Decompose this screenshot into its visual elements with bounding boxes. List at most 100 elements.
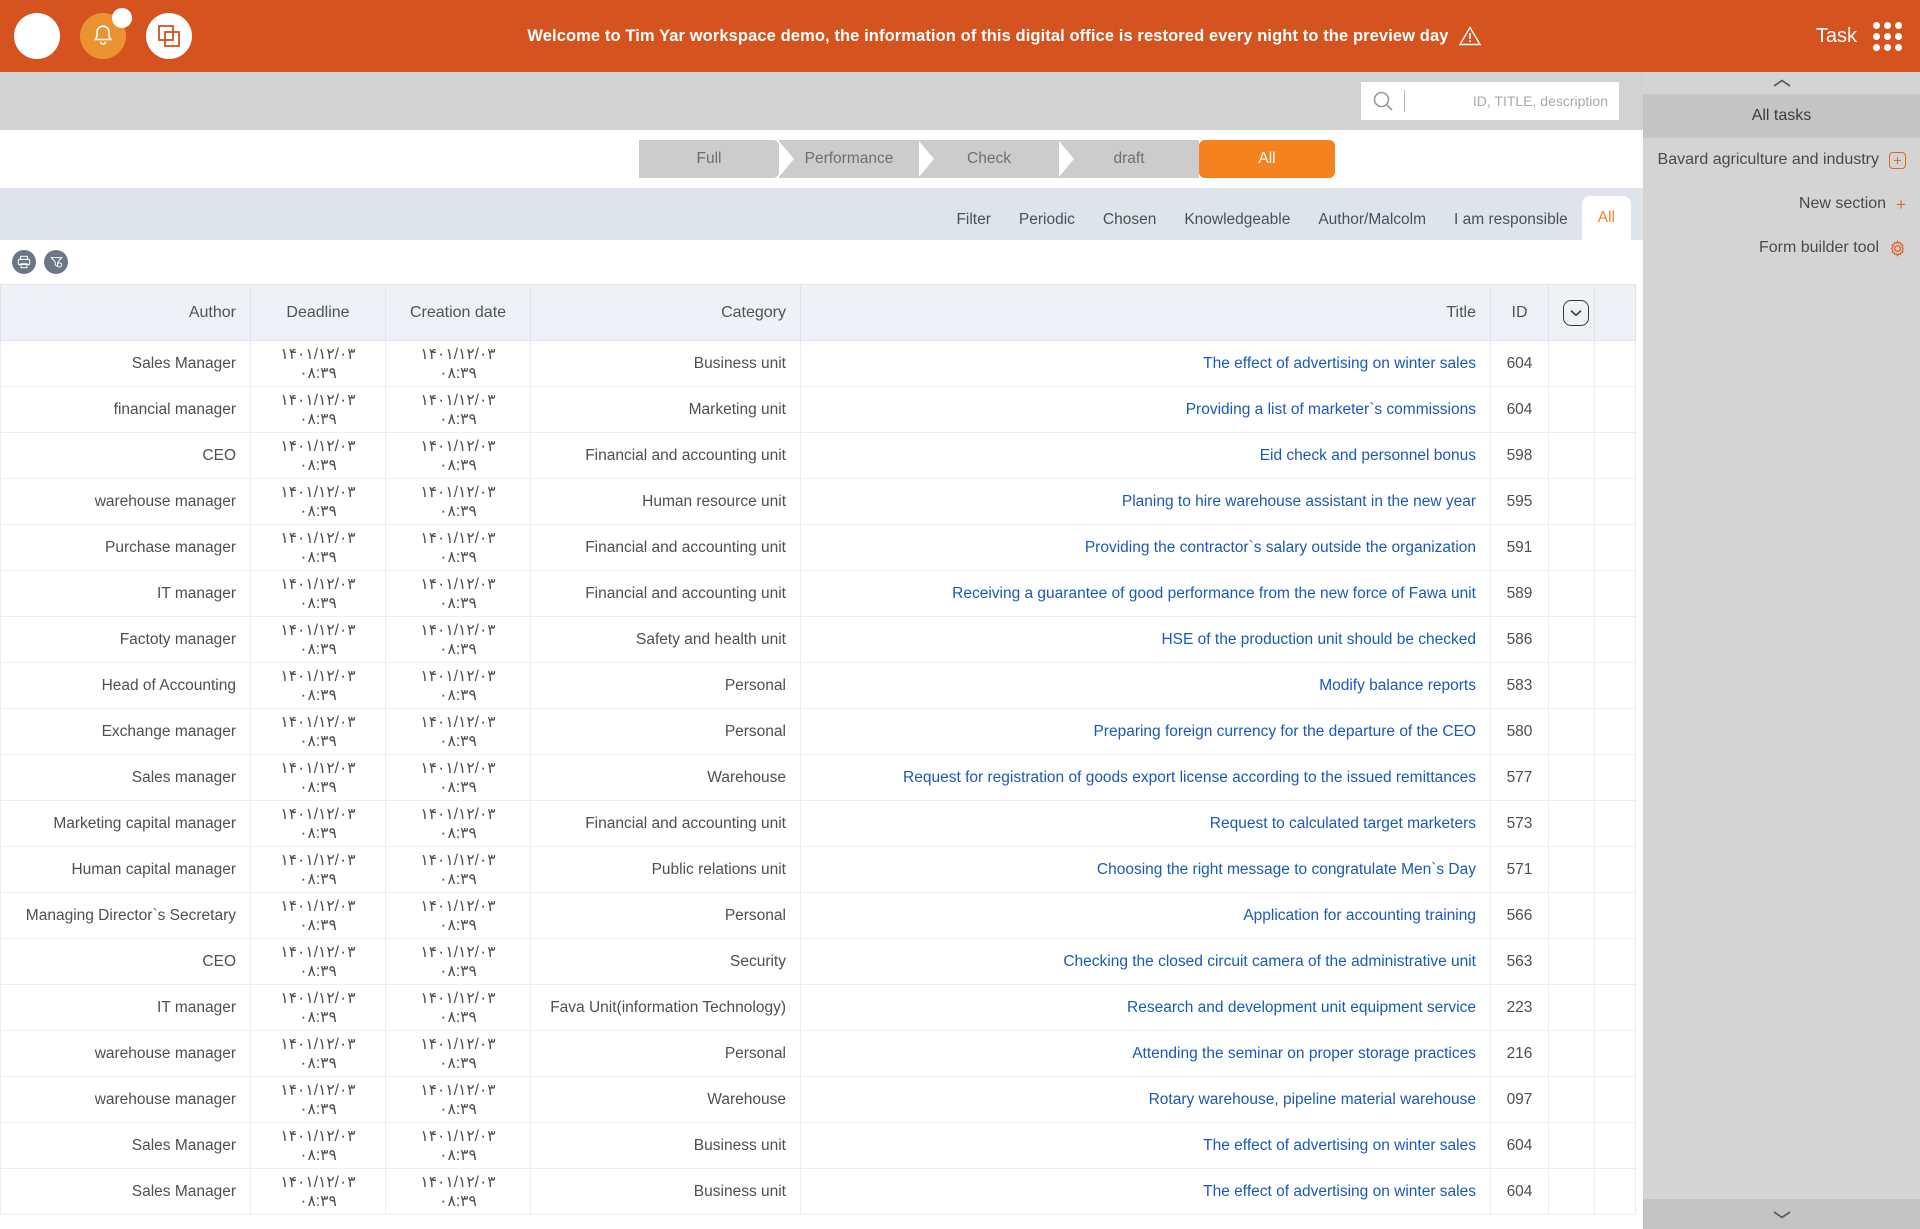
col-deadline[interactable]: Deadline xyxy=(250,284,386,341)
task-title-link[interactable]: The effect of advertising on winter sale… xyxy=(1203,1137,1476,1154)
cell-options[interactable] xyxy=(1548,478,1595,525)
task-title-link[interactable]: Preparing foreign currency for the depar… xyxy=(1093,723,1476,740)
cell-options[interactable] xyxy=(1548,800,1595,847)
cell-id[interactable]: 591 xyxy=(1490,524,1549,571)
task-title-link[interactable]: Eid check and personnel bonus xyxy=(1260,447,1476,464)
task-title-link[interactable]: Rotary warehouse, pipeline material ware… xyxy=(1149,1091,1476,1108)
col-options[interactable] xyxy=(1548,284,1595,341)
cell-options[interactable] xyxy=(1548,524,1595,571)
avatar[interactable] xyxy=(14,13,60,59)
cell-id[interactable]: 216 xyxy=(1490,1030,1549,1077)
cell-id[interactable]: 223 xyxy=(1490,984,1549,1031)
search-input[interactable] xyxy=(1405,83,1618,119)
search-box[interactable] xyxy=(1361,82,1619,120)
cell-id[interactable]: 583 xyxy=(1490,662,1549,709)
cell-id[interactable]: 604 xyxy=(1490,386,1549,433)
table-row[interactable]: Head of Accounting ۱۴۰۱/۱۲/۰۳ ۰۸:۳۹ ۱۴۰۱/۱… xyxy=(0,662,1636,709)
task-title-link[interactable]: Receiving a guarantee of good performanc… xyxy=(952,585,1476,602)
sidebar-collapse-down-button[interactable] xyxy=(1643,1199,1920,1229)
cell-options[interactable] xyxy=(1548,1076,1595,1123)
chevron-down-icon[interactable] xyxy=(1563,299,1589,326)
sidebar-header[interactable]: All tasks xyxy=(1643,94,1920,138)
task-title-link[interactable]: HSE of the production unit should be che… xyxy=(1161,631,1476,648)
task-title-link[interactable]: Attending the seminar on proper storage … xyxy=(1132,1045,1476,1062)
cell-id[interactable]: 566 xyxy=(1490,892,1549,939)
cell-id[interactable]: 595 xyxy=(1490,478,1549,525)
table-row[interactable]: Marketing capital manager ۱۴۰۱/۱۲/۰۳ ۰۸:۳… xyxy=(0,800,1636,847)
task-title-link[interactable]: The effect of advertising on winter sale… xyxy=(1203,355,1476,372)
cell-id[interactable]: 563 xyxy=(1490,938,1549,985)
cell-id[interactable]: 573 xyxy=(1490,800,1549,847)
table-row[interactable]: warehouse manager ۱۴۰۱/۱۲/۰۳ ۰۸:۳۹ ۱۴۰۱/۱۲… xyxy=(0,1076,1636,1123)
cell-options[interactable] xyxy=(1548,984,1595,1031)
cell-options[interactable] xyxy=(1548,708,1595,755)
task-title-link[interactable]: Choosing the right message to congratula… xyxy=(1097,861,1476,878)
table-row[interactable]: warehouse manager ۱۴۰۱/۱۲/۰۳ ۰۸:۳۹ ۱۴۰۱/۱۲… xyxy=(0,478,1636,525)
notification-bell-button[interactable] xyxy=(80,8,132,59)
cell-options[interactable] xyxy=(1548,846,1595,893)
cell-id[interactable]: 598 xyxy=(1490,432,1549,479)
tab-i-am-responsible[interactable]: I am responsible xyxy=(1440,200,1582,240)
task-title-link[interactable]: The effect of advertising on winter sale… xyxy=(1203,1183,1476,1200)
task-title-link[interactable]: Checking the closed circuit camera of th… xyxy=(1063,953,1476,970)
table-row[interactable]: Factoty manager ۱۴۰۱/۱۲/۰۳ ۰۸:۳۹ ۱۴۰۱/۱۲/۰… xyxy=(0,616,1636,663)
cell-options[interactable] xyxy=(1548,340,1595,387)
cell-id[interactable]: 577 xyxy=(1490,754,1549,801)
cell-options[interactable] xyxy=(1548,570,1595,617)
table-row[interactable]: warehouse manager ۱۴۰۱/۱۲/۰۳ ۰۸:۳۹ ۱۴۰۱/۱۲… xyxy=(0,1030,1636,1077)
sidebar-item-bavard-agriculture-and-industry[interactable]: Bavard agriculture and industry + xyxy=(1643,138,1920,182)
gear-icon[interactable] xyxy=(1889,239,1906,257)
table-row[interactable]: CEO ۱۴۰۱/۱۲/۰۳ ۰۸:۳۹ ۱۴۰۱/۱۲/۰۳ ۰۸:۳۹ Finan… xyxy=(0,432,1636,479)
cell-options[interactable] xyxy=(1548,432,1595,479)
sidebar-collapse-up-button[interactable] xyxy=(1643,72,1920,94)
table-row[interactable]: Sales Manager ۱۴۰۱/۱۲/۰۳ ۰۸:۳۹ ۱۴۰۱/۱۲/۰۳ … xyxy=(0,1168,1636,1215)
step-all[interactable]: All xyxy=(1199,140,1335,178)
step-performance[interactable]: Performance xyxy=(778,140,919,178)
cell-id[interactable]: 571 xyxy=(1490,846,1549,893)
cell-options[interactable] xyxy=(1548,892,1595,939)
print-button[interactable] xyxy=(12,250,36,274)
task-title-link[interactable]: Request for registration of goods export… xyxy=(903,769,1476,786)
table-row[interactable]: Sales manager ۱۴۰۱/۱۲/۰۳ ۰۸:۳۹ ۱۴۰۱/۱۲/۰۳ … xyxy=(0,754,1636,801)
step-full[interactable]: Full xyxy=(639,140,779,178)
table-row[interactable]: CEO ۱۴۰۱/۱۲/۰۳ ۰۸:۳۹ ۱۴۰۱/۱۲/۰۳ ۰۸:۳۹ Secur… xyxy=(0,938,1636,985)
table-row[interactable]: Purchase manager ۱۴۰۱/۱۲/۰۳ ۰۸:۳۹ ۱۴۰۱/۱۲/… xyxy=(0,524,1636,571)
step-draft[interactable]: draft xyxy=(1058,140,1199,178)
filter-settings-button[interactable] xyxy=(44,250,68,274)
cell-options[interactable] xyxy=(1548,1122,1595,1169)
cell-options[interactable] xyxy=(1548,386,1595,433)
cell-id[interactable]: 604 xyxy=(1490,1168,1549,1215)
cell-id[interactable]: 097 xyxy=(1490,1076,1549,1123)
task-title-link[interactable]: Request to calculated target marketers xyxy=(1210,815,1476,832)
cell-id[interactable]: 604 xyxy=(1490,1122,1549,1169)
table-row[interactable]: Human capital manager ۱۴۰۱/۱۲/۰۳ ۰۸:۳۹ ۱۴۰… xyxy=(0,846,1636,893)
plus-boxed-icon[interactable]: + xyxy=(1889,151,1906,169)
tab-chosen[interactable]: Chosen xyxy=(1089,200,1170,240)
cell-options[interactable] xyxy=(1548,1168,1595,1215)
table-row[interactable]: Exchange manager ۱۴۰۱/۱۲/۰۳ ۰۸:۳۹ ۱۴۰۱/۱۲/… xyxy=(0,708,1636,755)
task-title-link[interactable]: Providing a list of marketer`s commissio… xyxy=(1186,401,1476,418)
col-category[interactable]: Category xyxy=(530,284,801,341)
task-title-link[interactable]: Planing to hire warehouse assistant in t… xyxy=(1122,493,1476,510)
col-title[interactable]: Title xyxy=(800,284,1491,341)
table-row[interactable]: Managing Director`s Secretary ۱۴۰۱/۱۲/۰۳ … xyxy=(0,892,1636,939)
table-row[interactable]: Sales Manager ۱۴۰۱/۱۲/۰۳ ۰۸:۳۹ ۱۴۰۱/۱۲/۰۳ … xyxy=(0,1122,1636,1169)
table-row[interactable]: Sales Manager ۱۴۰۱/۱۲/۰۳ ۰۸:۳۹ ۱۴۰۱/۱۲/۰۳ … xyxy=(0,340,1636,387)
task-title-link[interactable]: Research and development unit equipment … xyxy=(1127,999,1476,1016)
cell-options[interactable] xyxy=(1548,662,1595,709)
sidebar-item-new-section[interactable]: New section + xyxy=(1643,182,1920,226)
cell-options[interactable] xyxy=(1548,938,1595,985)
cell-options[interactable] xyxy=(1548,754,1595,801)
cell-options[interactable] xyxy=(1548,1030,1595,1077)
cell-id[interactable]: 586 xyxy=(1490,616,1549,663)
task-title-link[interactable]: Providing the contractor`s salary outsid… xyxy=(1085,539,1476,556)
table-row[interactable]: financial manager ۱۴۰۱/۱۲/۰۳ ۰۸:۳۹ ۱۴۰۱/۱۲… xyxy=(0,386,1636,433)
windows-switch-button[interactable] xyxy=(146,13,192,59)
sidebar-item-form-builder-tool[interactable]: Form builder tool xyxy=(1643,226,1920,270)
col-id[interactable]: ID xyxy=(1490,284,1549,341)
tab-filter[interactable]: Filter xyxy=(942,200,1004,240)
cell-id[interactable]: 580 xyxy=(1490,708,1549,755)
plus-icon[interactable]: + xyxy=(1896,196,1906,213)
table-row[interactable]: IT manager ۱۴۰۱/۱۲/۰۳ ۰۸:۳۹ ۱۴۰۱/۱۲/۰۳ ۰۸:… xyxy=(0,570,1636,617)
apps-grid-icon[interactable] xyxy=(1873,21,1902,51)
